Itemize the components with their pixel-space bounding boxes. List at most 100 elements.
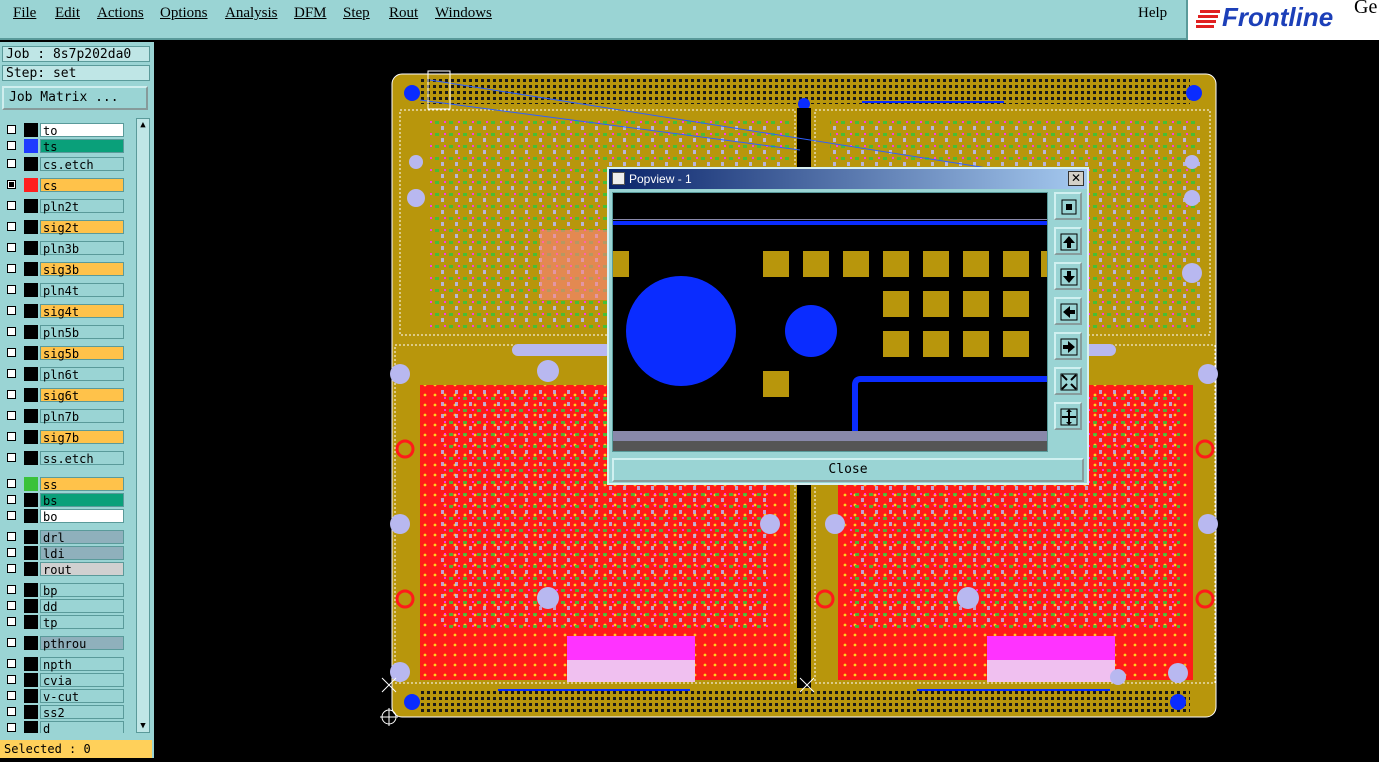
- zoom-in-button[interactable]: [1054, 402, 1082, 430]
- layer-name[interactable]: sig4t: [40, 304, 124, 319]
- layer-color-swatch[interactable]: [24, 673, 38, 687]
- job-matrix-button[interactable]: Job Matrix ...: [2, 86, 148, 110]
- layer-row-dd[interactable]: dd: [4, 599, 124, 614]
- menu-options[interactable]: Options: [160, 5, 208, 22]
- layer-row-cs.etch[interactable]: cs.etch: [4, 157, 124, 172]
- layer-row-pln3b[interactable]: pln3b: [4, 241, 124, 256]
- layer-checkbox[interactable]: [7, 723, 16, 732]
- layer-color-swatch[interactable]: [24, 262, 38, 276]
- layer-name[interactable]: v-cut: [40, 689, 124, 704]
- layer-row-sig4t[interactable]: sig4t: [4, 304, 124, 319]
- layer-color-swatch[interactable]: [24, 325, 38, 339]
- layer-color-swatch[interactable]: [24, 562, 38, 576]
- layer-row-ldi[interactable]: ldi: [4, 546, 124, 561]
- layer-row-pln5b[interactable]: pln5b: [4, 325, 124, 340]
- layer-color-swatch[interactable]: [24, 546, 38, 560]
- popview-zoomed-view[interactable]: [613, 193, 1047, 451]
- layer-row-ss.etch[interactable]: ss.etch: [4, 451, 124, 466]
- layer-checkbox[interactable]: [7, 659, 16, 668]
- layer-name[interactable]: sig7b: [40, 430, 124, 445]
- layer-color-swatch[interactable]: [24, 636, 38, 650]
- layer-row-sig7b[interactable]: sig7b: [4, 430, 124, 445]
- popview-canvas[interactable]: [612, 192, 1048, 452]
- menu-edit[interactable]: Edit: [55, 5, 80, 22]
- layer-checkbox[interactable]: [7, 327, 16, 336]
- menu-file[interactable]: File: [13, 5, 36, 22]
- layer-color-swatch[interactable]: [24, 530, 38, 544]
- layer-name[interactable]: pln7b: [40, 409, 124, 424]
- layer-color-swatch[interactable]: [24, 123, 38, 137]
- layer-row-pthrou[interactable]: pthrou: [4, 636, 124, 651]
- layer-color-swatch[interactable]: [24, 705, 38, 719]
- layer-name[interactable]: pthrou: [40, 636, 124, 651]
- layer-name[interactable]: drl: [40, 530, 124, 545]
- layer-name[interactable]: npth: [40, 657, 124, 672]
- layer-checkbox[interactable]: [7, 479, 16, 488]
- layer-name[interactable]: cvia: [40, 673, 124, 688]
- layer-checkbox[interactable]: [7, 411, 16, 420]
- layer-name[interactable]: sig5b: [40, 346, 124, 361]
- layer-checkbox[interactable]: [7, 348, 16, 357]
- layer-row-cvia[interactable]: cvia: [4, 673, 124, 688]
- layer-checkbox[interactable]: [7, 564, 16, 573]
- layer-name[interactable]: sig6t: [40, 388, 124, 403]
- layer-checkbox[interactable]: [7, 222, 16, 231]
- layer-name[interactable]: pln6t: [40, 367, 124, 382]
- layer-color-swatch[interactable]: [24, 241, 38, 255]
- layer-color-swatch[interactable]: [24, 283, 38, 297]
- layer-row-sig5b[interactable]: sig5b: [4, 346, 124, 361]
- menu-dfm[interactable]: DFM: [294, 5, 327, 22]
- layer-checkbox[interactable]: [7, 432, 16, 441]
- layer-name[interactable]: cs: [40, 178, 124, 193]
- layer-name[interactable]: ss: [40, 477, 124, 492]
- scroll-up-icon[interactable]: ▲: [138, 120, 148, 130]
- layer-row-bs[interactable]: bs: [4, 493, 124, 508]
- layer-checkbox[interactable]: [7, 601, 16, 610]
- menu-actions[interactable]: Actions: [97, 5, 144, 22]
- layer-row-sig2t[interactable]: sig2t: [4, 220, 124, 235]
- zoom-home-button[interactable]: [1054, 192, 1082, 220]
- pan-left-button[interactable]: [1054, 297, 1082, 325]
- layer-checkbox[interactable]: [7, 495, 16, 504]
- layer-checkbox[interactable]: [7, 243, 16, 252]
- layer-checkbox[interactable]: [7, 159, 16, 168]
- layer-color-swatch[interactable]: [24, 367, 38, 381]
- layer-color-swatch[interactable]: [24, 599, 38, 613]
- layer-color-swatch[interactable]: [24, 139, 38, 153]
- layer-checkbox[interactable]: [7, 453, 16, 462]
- layer-color-swatch[interactable]: [24, 178, 38, 192]
- layer-checkbox[interactable]: [7, 691, 16, 700]
- layer-checkbox[interactable]: [7, 707, 16, 716]
- menu-windows[interactable]: Windows: [435, 5, 492, 22]
- layer-list-scrollbar[interactable]: ▲ ▼: [136, 118, 150, 733]
- menu-help[interactable]: Help: [1138, 5, 1167, 22]
- menu-analysis[interactable]: Analysis: [225, 5, 278, 22]
- layer-name[interactable]: cs.etch: [40, 157, 124, 172]
- layer-name[interactable]: to: [40, 123, 124, 138]
- layer-row-ss[interactable]: ss: [4, 477, 124, 492]
- layer-color-swatch[interactable]: [24, 509, 38, 523]
- layer-row-pln7b[interactable]: pln7b: [4, 409, 124, 424]
- layer-checkbox[interactable]: [7, 306, 16, 315]
- layer-color-swatch[interactable]: [24, 157, 38, 171]
- layer-color-swatch[interactable]: [24, 615, 38, 629]
- pan-down-button[interactable]: [1054, 262, 1082, 290]
- layer-row-ts[interactable]: ts: [4, 139, 124, 154]
- layer-checkbox[interactable]: [7, 285, 16, 294]
- layer-checkbox[interactable]: [7, 638, 16, 647]
- layer-checkbox[interactable]: [7, 201, 16, 210]
- pan-up-button[interactable]: [1054, 227, 1082, 255]
- layer-row-bp[interactable]: bp: [4, 583, 124, 598]
- layer-row-sig3b[interactable]: sig3b: [4, 262, 124, 277]
- layer-color-swatch[interactable]: [24, 721, 38, 733]
- layer-color-swatch[interactable]: [24, 493, 38, 507]
- layer-color-swatch[interactable]: [24, 388, 38, 402]
- layer-color-swatch[interactable]: [24, 689, 38, 703]
- layer-name[interactable]: sig2t: [40, 220, 124, 235]
- layer-color-swatch[interactable]: [24, 304, 38, 318]
- layer-color-swatch[interactable]: [24, 583, 38, 597]
- layer-row-pln4t[interactable]: pln4t: [4, 283, 124, 298]
- layer-checkbox[interactable]: [7, 125, 16, 134]
- layer-checkbox[interactable]: [7, 617, 16, 626]
- scroll-down-icon[interactable]: ▼: [138, 721, 148, 731]
